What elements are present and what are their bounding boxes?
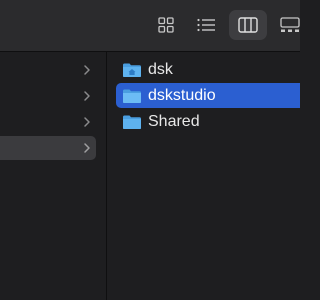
chevron-right-icon: [84, 143, 90, 153]
chevron-right-icon: [84, 91, 90, 101]
file-name: dskstudio: [148, 86, 216, 104]
file-row-shared[interactable]: Shared: [116, 109, 300, 134]
home-folder-icon: [123, 63, 141, 77]
chevron-right-icon: [84, 117, 90, 127]
folder-icon: [123, 115, 141, 129]
column-view-button[interactable]: [229, 10, 267, 40]
icon-view-button[interactable]: [150, 10, 182, 40]
parent-column-row-selected[interactable]: [0, 136, 96, 160]
list-view-button[interactable]: [190, 10, 222, 40]
column-view-icon: [238, 17, 258, 33]
parent-column-row[interactable]: [0, 58, 96, 82]
gallery-view-icon: [280, 17, 300, 32]
file-column[interactable]: dsk dskstudio Shared: [107, 52, 300, 300]
gallery-view-button[interactable]: [274, 10, 306, 40]
chevron-right-icon: [84, 65, 90, 75]
parent-column-row[interactable]: [0, 110, 96, 134]
file-name: dsk: [148, 60, 173, 78]
parent-column[interactable]: [0, 52, 107, 300]
folder-icon: [123, 89, 141, 103]
parent-column-row[interactable]: [0, 84, 96, 108]
finder-toolbar: [0, 0, 300, 52]
file-row-dsk[interactable]: dsk: [116, 57, 300, 82]
list-view-icon: [197, 18, 215, 32]
file-row-dskstudio[interactable]: dskstudio: [116, 83, 300, 108]
file-name: Shared: [148, 112, 200, 130]
icon-view-grid-icon: [158, 17, 174, 33]
